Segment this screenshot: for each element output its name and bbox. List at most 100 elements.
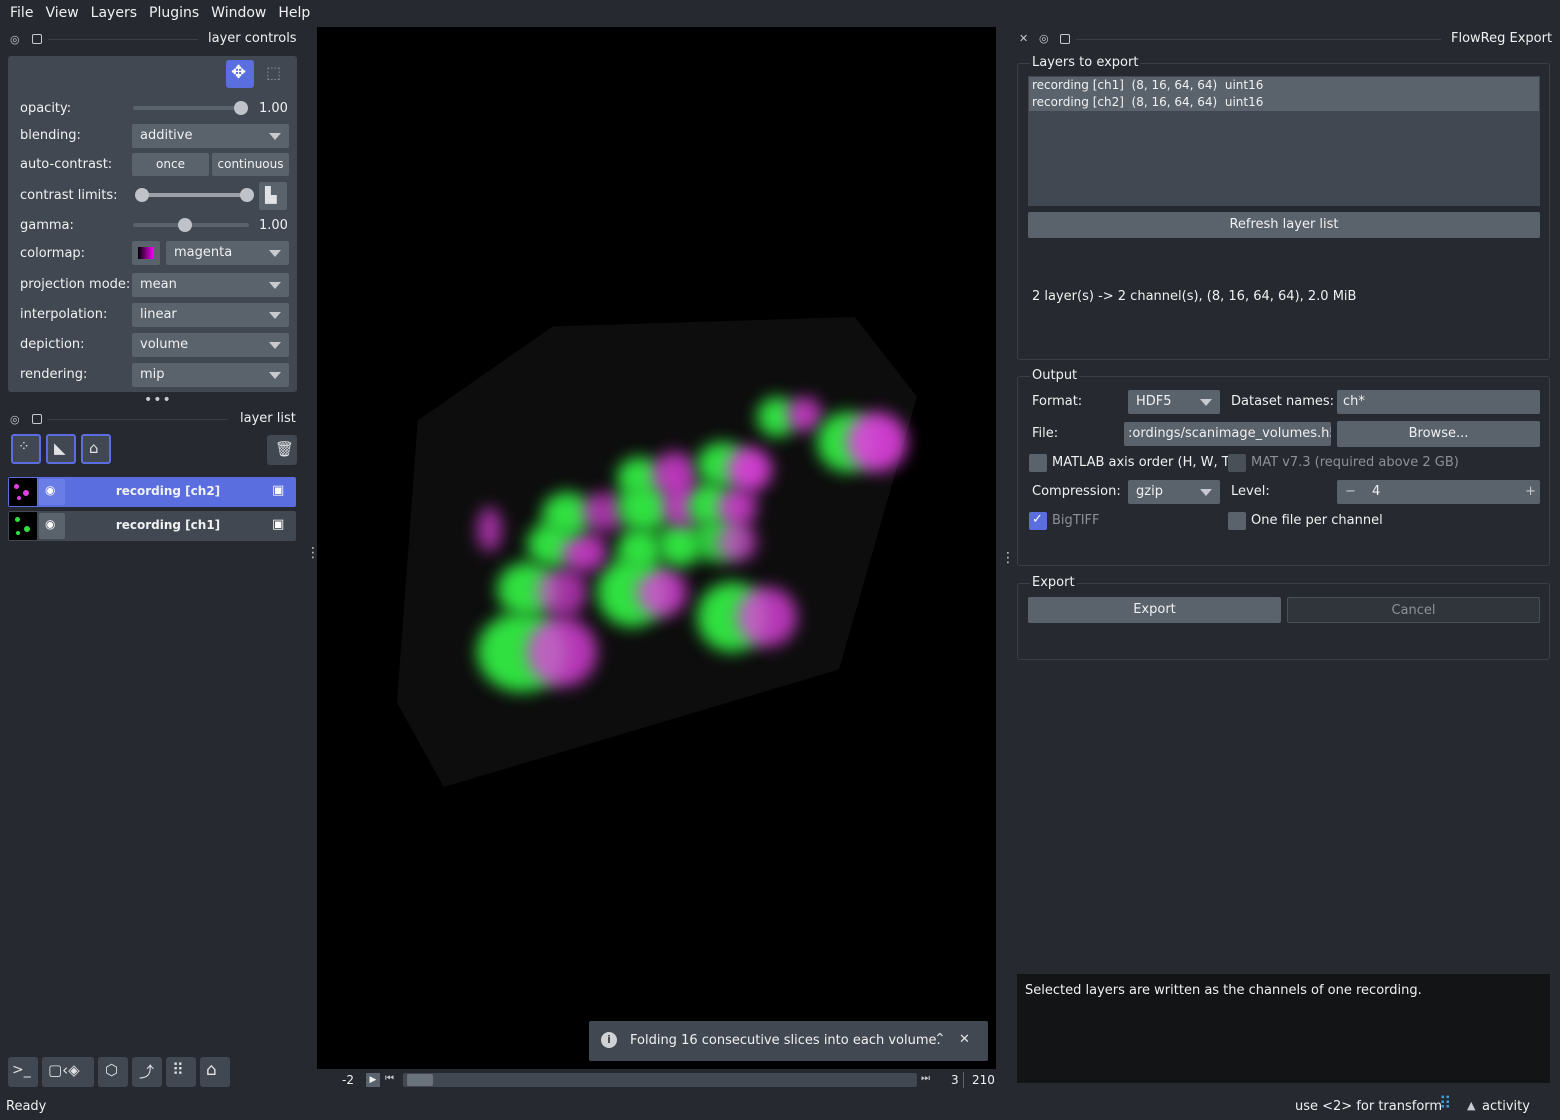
activity-button[interactable]: activity — [1482, 1099, 1530, 1114]
dock-eye-icon[interactable]: ◎ — [1039, 32, 1049, 45]
layer-row-ch1[interactable]: ◉ recording [ch1] ▣ — [8, 511, 296, 541]
home-icon: ⌂ — [206, 1060, 217, 1080]
mat73-checkbox[interactable] — [1228, 454, 1246, 472]
label-tag-icon: ⌂ — [89, 439, 99, 457]
dims-slider-track[interactable] — [403, 1073, 917, 1087]
refresh-layer-list-button[interactable]: Refresh layer list — [1028, 212, 1540, 238]
layers-listbox[interactable]: recording [ch1] (8, 16, 64, 64) uint16 r… — [1028, 76, 1540, 206]
bigtiff-label: BigTIFF — [1052, 513, 1100, 528]
volume-blob — [717, 487, 757, 527]
dims-axis-label: -2 — [342, 1073, 354, 1087]
opacity-slider-handle[interactable] — [234, 101, 248, 115]
bigtiff-checkbox[interactable]: ✓ — [1029, 512, 1047, 530]
layer-visibility-toggle[interactable]: ◉ — [39, 513, 65, 539]
dock-float-icon[interactable] — [1060, 34, 1070, 44]
new-shapes-layer-button[interactable]: ◣ — [46, 434, 76, 464]
eye-icon: ◉ — [45, 517, 56, 531]
new-points-layer-button[interactable]: ⁘ — [11, 434, 41, 464]
menu-view[interactable]: View — [39, 5, 84, 21]
rendering-select[interactable]: mip — [132, 363, 289, 387]
dock-divider — [1076, 39, 1441, 40]
one-file-per-channel-checkbox[interactable] — [1228, 512, 1246, 530]
menu-bar: File View Layers Plugins Window Help — [0, 0, 1560, 26]
layers-group-title: Layers to export — [1030, 55, 1141, 70]
menu-help[interactable]: Help — [272, 5, 316, 21]
close-dock-icon[interactable]: ✕ — [1019, 32, 1028, 45]
layer-list-item[interactable]: recording [ch1] (8, 16, 64, 64) uint16 — [1029, 77, 1539, 94]
grid-view-button[interactable]: ⠿ — [166, 1057, 196, 1087]
layer-list-item[interactable]: recording [ch2] (8, 16, 64, 64) uint16 — [1029, 94, 1539, 111]
volume-blob — [477, 507, 502, 552]
splitter-handle-icon[interactable]: ••• — [144, 392, 172, 408]
expand-notification-icon[interactable]: ⌃ — [934, 1031, 946, 1047]
menu-file[interactable]: File — [4, 5, 39, 21]
info-icon: i — [601, 1032, 617, 1048]
float-icon[interactable] — [32, 34, 42, 44]
decrement-icon[interactable]: − — [1345, 480, 1356, 504]
dims-current-value[interactable]: 3 — [951, 1073, 959, 1087]
browse-button[interactable]: Browse... — [1337, 421, 1540, 447]
level-spinbox[interactable]: − 4 + — [1337, 480, 1540, 504]
menu-window[interactable]: Window — [205, 5, 272, 21]
contrast-max-handle[interactable] — [240, 188, 254, 202]
file-label: File: — [1032, 426, 1059, 441]
auto-contrast-continuous-button[interactable]: continuous — [212, 153, 289, 176]
export-button[interactable]: Export — [1028, 597, 1281, 623]
home-button[interactable]: ⌂ — [200, 1057, 230, 1087]
auto-contrast-once-button[interactable]: once — [132, 153, 209, 176]
cube-3d-icon: ▢‹◈ — [48, 1061, 80, 1079]
layer-list-float-icon[interactable] — [32, 414, 42, 424]
gamma-slider-handle[interactable] — [178, 218, 192, 232]
ndisplay-button[interactable]: ▢‹◈ — [42, 1057, 94, 1087]
play-icon[interactable]: ▶ — [366, 1073, 380, 1087]
opacity-slider[interactable] — [133, 106, 245, 110]
viewer-canvas[interactable] — [317, 27, 996, 1069]
step-back-icon[interactable]: ⏮ — [385, 1073, 394, 1084]
blending-select[interactable]: additive — [132, 124, 289, 148]
increment-icon[interactable]: + — [1525, 480, 1536, 504]
step-forward-icon[interactable]: ⏭ — [921, 1073, 930, 1084]
matlab-axis-order-checkbox[interactable] — [1029, 454, 1047, 472]
format-select[interactable]: HDF5 — [1128, 390, 1220, 414]
roll-dims-button[interactable]: ⬡ — [98, 1057, 128, 1087]
interpolation-select[interactable]: linear — [132, 303, 289, 327]
move-tool-button[interactable]: ✥ — [226, 60, 254, 88]
volume-blob — [537, 567, 587, 617]
layer-name[interactable]: recording [ch1] — [68, 518, 268, 532]
colormap-label: colormap: — [20, 246, 86, 261]
transform-tool-button[interactable]: ⬚ — [260, 60, 288, 88]
projection-mode-select[interactable]: mean — [132, 273, 289, 297]
colormap-select[interactable]: magenta — [166, 241, 289, 265]
menu-plugins[interactable]: Plugins — [143, 5, 205, 21]
close-notification-icon[interactable]: ✕ — [959, 1032, 970, 1047]
transpose-button[interactable]: ⤴ — [132, 1057, 162, 1087]
file-path-input[interactable]: :ordings/scanimage_volumes.h5 — [1124, 422, 1331, 446]
right-dock-resize-handle[interactable]: ⋮ — [1001, 550, 1015, 566]
activity-expand-icon[interactable]: ▲ — [1467, 1099, 1475, 1112]
layer-list-eye-icon[interactable]: ◎ — [10, 412, 20, 427]
dims-slider-handle[interactable] — [407, 1074, 433, 1086]
contrast-limits-slider[interactable] — [140, 193, 248, 197]
rendering-label: rendering: — [20, 367, 88, 382]
depiction-select[interactable]: volume — [132, 333, 289, 357]
dims-divider — [963, 1072, 964, 1088]
activity-spinner-icon: ⠿ — [1439, 1094, 1452, 1114]
layer-name[interactable]: recording [ch2] — [68, 484, 268, 498]
contrast-min-handle[interactable] — [135, 188, 149, 202]
histogram-button[interactable]: ▙ — [259, 182, 287, 210]
shapes-icon: ◣ — [54, 439, 66, 457]
volume-blob — [652, 452, 697, 497]
colormap-swatch-button[interactable] — [132, 241, 160, 265]
menu-layers[interactable]: Layers — [85, 5, 143, 21]
dataset-names-input[interactable]: ch* — [1337, 390, 1540, 414]
new-labels-layer-button[interactable]: ⌂ — [81, 434, 111, 464]
layer-row-ch2[interactable]: ◉ recording [ch2] ▣ — [8, 477, 296, 507]
eye-icon[interactable]: ◎ — [10, 32, 20, 47]
dock-divider — [48, 39, 198, 40]
compression-select[interactable]: gzip — [1128, 480, 1220, 504]
console-button[interactable]: >_ — [8, 1057, 38, 1087]
delete-layer-button[interactable]: 🗑 — [267, 435, 297, 465]
layer-visibility-toggle[interactable]: ◉ — [39, 479, 65, 505]
trash-icon: 🗑 — [275, 440, 295, 458]
cancel-button[interactable]: Cancel — [1287, 597, 1540, 623]
